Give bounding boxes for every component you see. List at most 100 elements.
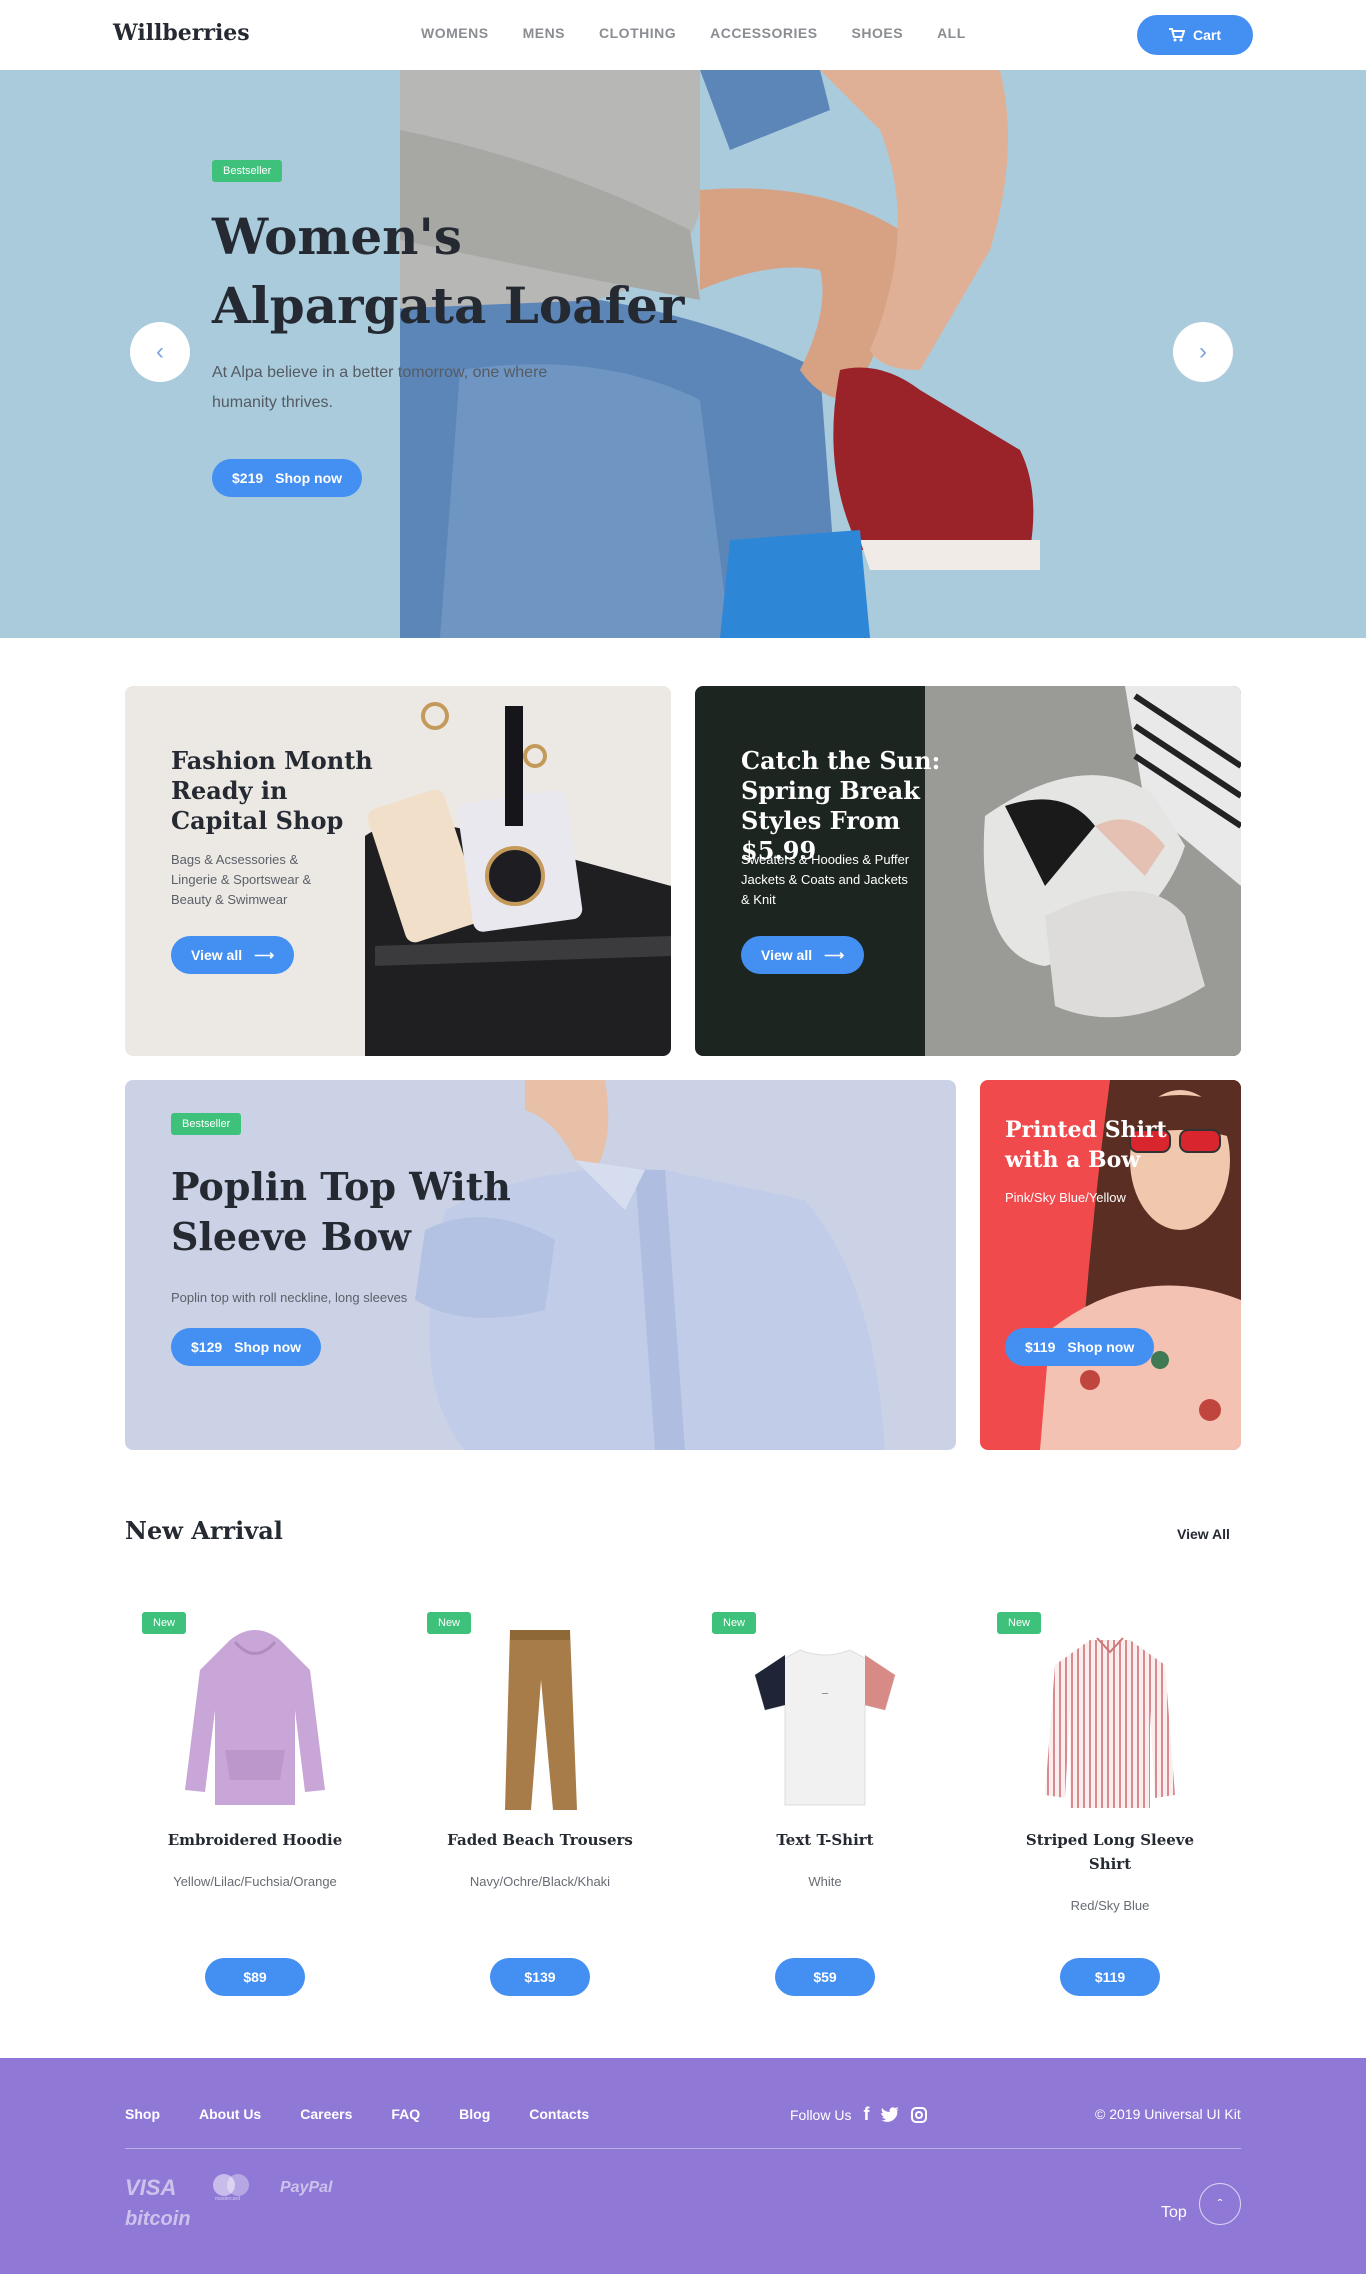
site-header: Willberries WOMENS MENS CLOTHING ACCESSO… [0,0,1366,70]
view-all-label: View all [761,947,813,963]
hero-title: Women's Alpargata Loafer [212,207,685,335]
footer-link-contacts[interactable]: Contacts [529,2106,589,2122]
nav-mens[interactable]: MENS [523,25,565,41]
hero-image [400,70,1040,638]
svg-text:—: — [822,1689,829,1697]
visa-logo: VISA [125,2175,177,2200]
footer-link-blog[interactable]: Blog [459,2106,490,2122]
product-variants: Yellow/Lilac/Fuchsia/Orange [173,1874,337,1889]
promo-card-catch-the-sun: Catch the Sun: Spring Break Styles From … [695,686,1241,1056]
promo-description: Poplin top with roll neckline, long slee… [171,1290,408,1305]
product-card[interactable]: New Embroidered Hoodie Yellow/Lilac/Fuch… [125,1600,385,2010]
hero-cta-label: Shop now [275,470,343,486]
follow-label: Follow Us [790,2106,852,2123]
bitcoin-logo: bitcoin [125,2208,191,2230]
twitter-icon[interactable] [881,2107,900,2122]
product-image-tshirt: — [754,1649,896,1806]
product-name: Faded Beach Trousers [447,1831,633,1849]
price-button[interactable]: $119 [1060,1958,1160,1996]
hero-badge: Bestseller [212,160,283,182]
shop-now-label: Shop now [1067,1339,1135,1355]
promo-description: Bags & Acsessories & Lingerie & Sportswe… [171,852,312,907]
nav-clothing[interactable]: CLOTHING [599,25,676,41]
logo[interactable]: Willberries [113,20,250,46]
footer-divider [125,2148,1241,2149]
arrow-right-icon: ⟶ [824,946,845,963]
nav-womens[interactable]: WOMENS [421,25,489,41]
product-card[interactable]: — New Text T-Shirt White $59 [695,1600,955,2010]
shop-now-button[interactable]: $119 Shop now [1005,1328,1155,1366]
back-to-top-button[interactable]: ˆ [1199,2183,1241,2225]
promo-title: Printed Shirt with a Bow [1005,1117,1167,1173]
new-badge: New [712,1612,757,1634]
product-image-trousers [505,1630,577,1810]
price-button[interactable]: $89 [205,1958,305,1996]
view-all-button[interactable]: View all ⟶ [171,936,295,974]
footer-link-about[interactable]: About Us [199,2106,261,2122]
new-badge: New [142,1612,187,1634]
promo-title: Fashion Month Ready in Capital Shop [171,746,373,835]
footer-link-shop[interactable]: Shop [125,2106,160,2122]
hero-description: At Alpa believe in a better tomorrow, on… [212,364,548,411]
product-image-striped-shirt [1045,1637,1175,1808]
product-image-hoodie [185,1630,325,1805]
cart-icon [1168,28,1185,42]
view-all-button[interactable]: View all ⟶ [741,936,865,974]
footer-nav: Shop About Us Careers FAQ Blog Contacts [125,2106,589,2122]
slider-prev-button[interactable]: ‹ [130,322,190,382]
main-nav: WOMENS MENS CLOTHING ACCESSORIES SHOES A… [421,25,966,41]
hero-shop-button[interactable]: $219 Shop now [212,459,363,497]
promo-description: Sweaters & Hoodies & Puffer Jackets & Co… [741,852,910,907]
promo-price: $129 [191,1339,223,1355]
shop-now-button[interactable]: $129 Shop now [171,1328,322,1366]
chevron-right-icon: › [1199,338,1207,365]
promo-image-sneakers [925,686,1241,1056]
social-links: Follow Us f [790,2104,928,2125]
view-all-link[interactable]: View All [1177,1526,1230,1542]
chevron-up-icon: ˆ [1217,2196,1223,2212]
arrow-right-icon: ⟶ [254,946,275,963]
promo-title: Poplin Top With Sleeve Bow [171,1164,511,1259]
promo-description: Pink/Sky Blue/Yellow [1005,1190,1126,1205]
new-badge: New [997,1612,1042,1634]
product-card[interactable]: New Faded Beach Trousers Navy/Ochre/Blac… [410,1600,670,2010]
hero-slider: Bestseller Women's Alpargata Loafer At A… [0,70,1366,638]
product-variants: Navy/Ochre/Black/Khaki [469,1874,611,1889]
promo-price: $119 [1025,1339,1056,1355]
product-name: Striped Long Sleeve Shirt [1025,1831,1195,1873]
product-card[interactable]: New Striped Long Sleeve Shirt Red/Sky Bl… [980,1600,1240,2010]
new-badge: New [427,1612,472,1634]
promo-image-accessories [365,702,671,1056]
product-variants: White [808,1874,842,1889]
chevron-left-icon: ‹ [156,338,164,365]
hero-price: $219 [232,470,264,486]
site-footer: Shop About Us Careers FAQ Blog Contacts … [0,2058,1366,2274]
product-name: Text T-Shirt [776,1831,874,1849]
footer-link-faq[interactable]: FAQ [391,2106,420,2122]
back-to-top-label: Top [1161,2204,1187,2221]
paypal-logo: PayPal [280,2179,333,2196]
copyright: © 2019 Universal UI Kit [1095,2106,1241,2122]
promo-card-poplin-top: Bestseller Poplin Top With Sleeve Bow Po… [125,1080,956,1450]
nav-shoes[interactable]: SHOES [852,25,904,41]
price-button[interactable]: $139 [490,1958,590,1996]
promo-image-poplin-shirt [415,1080,885,1450]
promo-title: Catch the Sun: Spring Break Styles From … [741,746,941,865]
cart-label: Cart [1192,27,1221,43]
price-button[interactable]: $59 [775,1958,875,1996]
slider-next-button[interactable]: › [1173,322,1233,382]
product-variants: Red/Sky Blue [1070,1898,1150,1913]
nav-accessories[interactable]: ACCESSORIES [710,25,817,41]
promo-card-printed-shirt: Printed Shirt with a Bow Pink/Sky Blue/Y… [980,1080,1241,1450]
shop-now-label: Shop now [234,1339,302,1355]
instagram-icon[interactable] [911,2106,928,2123]
promo-badge: Bestseller [171,1113,242,1135]
mastercard-logo: mastercard [213,2172,253,2202]
facebook-icon[interactable]: f [863,2104,869,2125]
product-name: Embroidered Hoodie [167,1831,343,1849]
cart-button[interactable]: Cart [1137,15,1253,55]
promo-card-fashion-month: Fashion Month Ready in Capital Shop Bags… [125,686,671,1056]
footer-link-careers[interactable]: Careers [300,2106,352,2122]
nav-all[interactable]: ALL [937,25,966,41]
section-title: New Arrival [125,1516,283,1545]
